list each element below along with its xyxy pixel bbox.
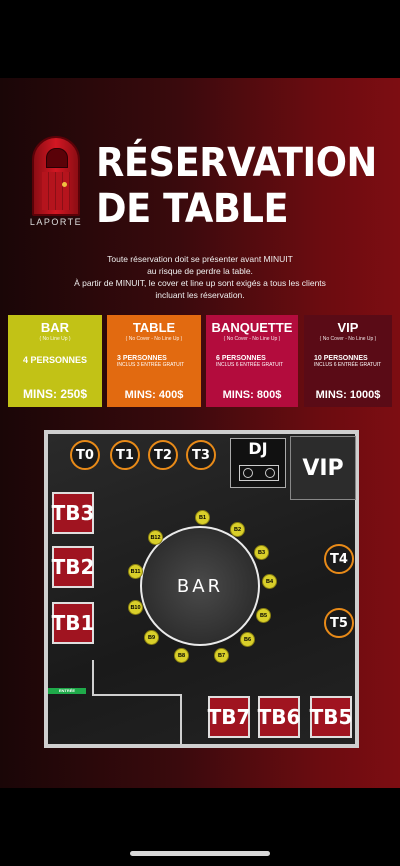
page-title: RÉSERVATION DE TABLE — [96, 140, 377, 232]
card-sub: ( No Cover - No Line Up ) — [223, 336, 281, 342]
entrance-wall — [180, 694, 182, 744]
stool-b7[interactable]: B7 — [214, 648, 229, 663]
table-t3[interactable]: T3 — [186, 440, 216, 470]
stool-b10[interactable]: B10 — [128, 600, 143, 615]
banquette-tb6[interactable]: TB6 — [258, 696, 300, 738]
stool-b4[interactable]: B4 — [262, 574, 277, 589]
reservation-notice: Toute réservation doit se présenter avan… — [40, 253, 360, 301]
turntable-icon — [239, 465, 279, 481]
table-t4[interactable]: T4 — [324, 544, 354, 574]
dj-booth: DJ — [230, 438, 286, 488]
table-t5[interactable]: T5 — [324, 608, 354, 638]
pricing-card-bar[interactable]: BAR ( No Line Up ) 4 PERSONNES MINS: 250… — [8, 315, 102, 407]
entrance-wall — [92, 660, 94, 696]
stool-b2[interactable]: B2 — [230, 522, 245, 537]
title-line-1: RÉSERVATION — [96, 140, 377, 186]
reservation-poster: LAPORTE RÉSERVATION DE TABLE Toute réser… — [0, 78, 400, 788]
stool-b8[interactable]: B8 — [174, 648, 189, 663]
home-indicator[interactable] — [130, 851, 270, 856]
title-line-2: DE TABLE — [96, 186, 289, 232]
notice-line-3: À partir de MINUIT, le cover et line up … — [74, 278, 326, 288]
pricing-card-table[interactable]: TABLE ( No Cover - No Line Up ) 3 PERSON… — [107, 315, 201, 407]
card-mins: MINS: 400$ — [124, 389, 184, 401]
card-includes: INCLUS 3 ENTRÉE GRATUIT — [117, 362, 185, 368]
card-name: VIP — [337, 320, 359, 335]
banquette-tb5[interactable]: TB5 — [310, 696, 352, 738]
stool-b9[interactable]: B9 — [144, 630, 159, 645]
stool-b12[interactable]: B12 — [148, 530, 163, 545]
card-people: 4 PERSONNES — [22, 355, 88, 365]
banquette-tb3[interactable]: TB3 — [52, 492, 94, 534]
notice-line-2: au risque de perdre la table. — [147, 266, 253, 276]
card-mins: MINS: 1000$ — [315, 389, 381, 401]
card-mins: MINS: 800$ — [222, 389, 282, 401]
dj-label: DJ — [248, 439, 268, 458]
pricing-card-vip[interactable]: VIP ( No Cover - No Line Up ) 10 PERSONN… — [304, 315, 392, 407]
card-name: TABLE — [132, 320, 176, 335]
banquette-tb7[interactable]: TB7 — [208, 696, 250, 738]
banquette-tb1[interactable]: TB1 — [52, 602, 94, 644]
card-sub: ( No Line Up ) — [39, 336, 71, 342]
pricing-card-banquette[interactable]: BANQUETTE ( No Cover - No Line Up ) 6 PE… — [206, 315, 298, 407]
card-sub: ( No Cover - No Line Up ) — [125, 336, 183, 342]
card-people: 10 PERSONNES — [314, 355, 368, 362]
banquette-tb2[interactable]: TB2 — [52, 546, 94, 588]
card-name: BANQUETTE — [211, 320, 293, 335]
door-knob-icon — [62, 182, 67, 187]
card-includes: INCLUS 6 ENTRÉE GRATUIT — [314, 362, 382, 368]
entrance-wall — [92, 694, 182, 696]
stool-b6[interactable]: B6 — [240, 632, 255, 647]
stool-b1[interactable]: B1 — [195, 510, 210, 525]
table-t2[interactable]: T2 — [148, 440, 178, 470]
card-includes: INCLUS 6 ENTRÉE GRATUIT — [216, 362, 284, 368]
stool-b5[interactable]: B5 — [256, 608, 271, 623]
card-name: BAR — [40, 320, 70, 335]
entrance-label: ENTRÉE — [48, 688, 86, 694]
table-t1[interactable]: T1 — [110, 440, 140, 470]
pricing-cards: BAR ( No Line Up ) 4 PERSONNES MINS: 250… — [8, 315, 392, 407]
floor-plan: T0 T1 T2 T3 T4 T5 DJ VIP TB3 TB2 TB1 TB7… — [44, 430, 359, 748]
stool-b11[interactable]: B11 — [128, 564, 143, 579]
logo-text: LAPORTE — [29, 217, 83, 227]
laporte-logo: LAPORTE — [28, 136, 84, 228]
door-icon — [32, 136, 80, 216]
table-t0[interactable]: T0 — [70, 440, 100, 470]
notice-line-4: incluant les réservation. — [155, 290, 245, 300]
notice-line-1: Toute réservation doit se présenter avan… — [107, 254, 293, 264]
vip-area[interactable]: VIP — [290, 436, 356, 500]
card-mins: MINS: 250$ — [22, 387, 88, 401]
card-people: 6 PERSONNES — [216, 355, 266, 362]
stool-b3[interactable]: B3 — [254, 545, 269, 560]
card-people: 3 PERSONNES — [117, 355, 167, 362]
card-sub: ( No Cover - No Line Up ) — [319, 336, 377, 342]
